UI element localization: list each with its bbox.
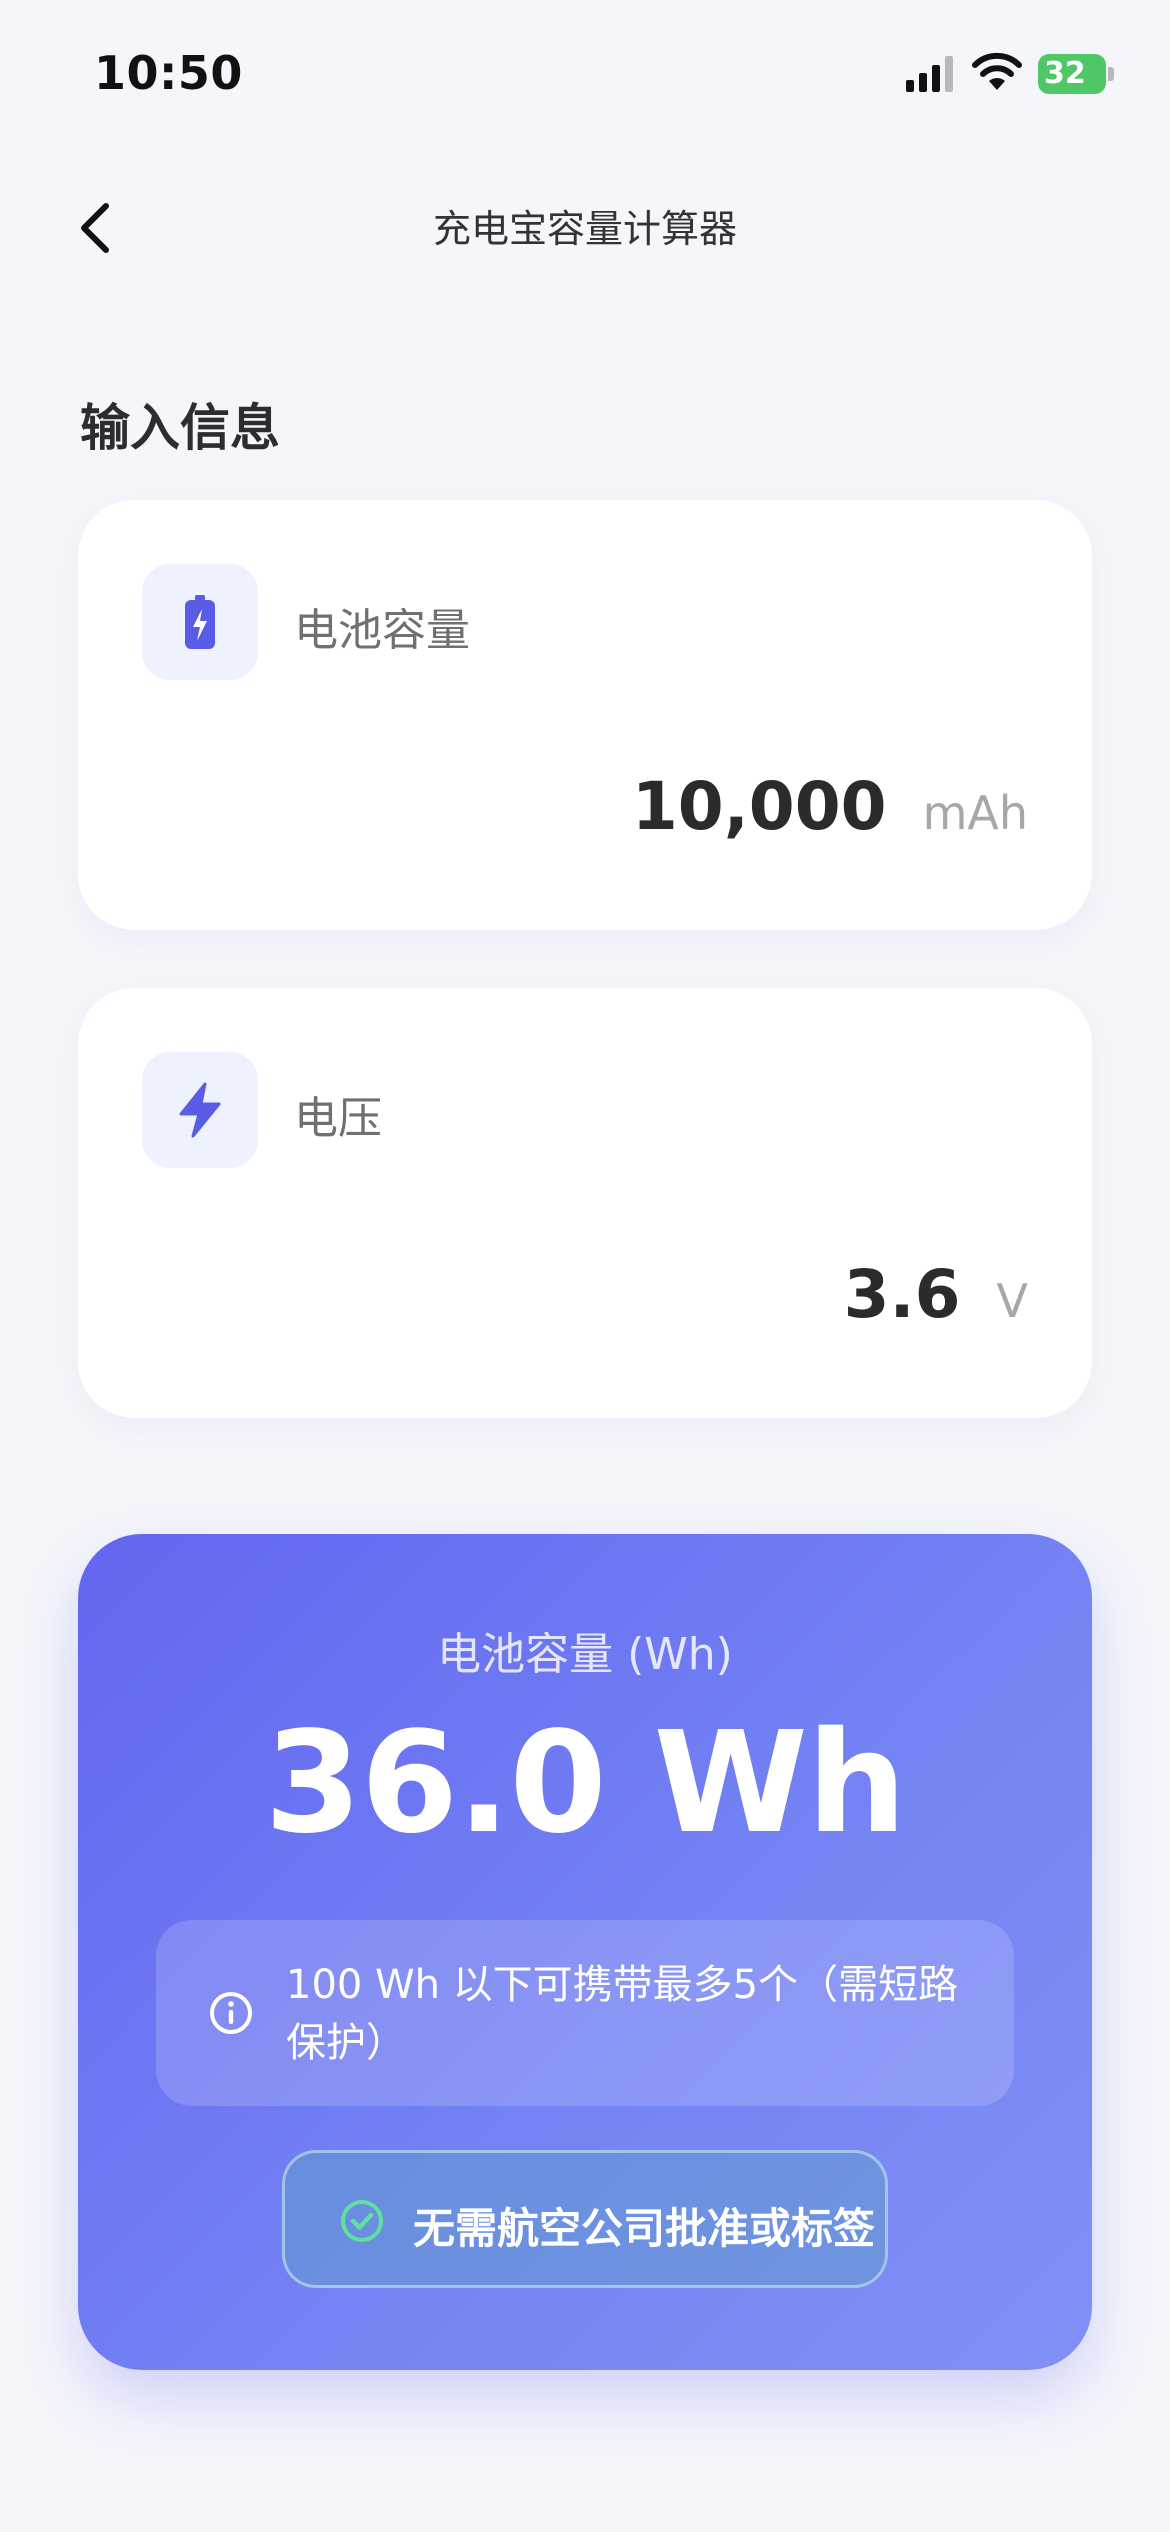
voltage-value[interactable]: 3.6 [844,1256,961,1333]
cellular-signal-icon [906,56,953,92]
result-value: 36.0 Wh [264,1702,906,1865]
result-card: 电池容量 (Wh) 36.0 Wh 100 Wh 以下可携带最多5个（需短路保护… [78,1534,1092,2370]
status-time: 10:50 [94,46,243,100]
battery-capacity-value[interactable]: 10,000 [632,768,887,845]
approval-status-badge: 无需航空公司批准或标签 [282,2150,888,2288]
check-circle-icon [341,2200,383,2242]
battery-capacity-card[interactable]: 电池容量 10,000 mAh [78,500,1092,930]
battery-icon [185,595,215,649]
battery-capacity-unit: mAh [922,786,1028,840]
info-box: 100 Wh 以下可携带最多5个（需短路保护） [156,1920,1014,2106]
battery-capacity-value-row[interactable]: 10,000 mAh [632,768,1028,845]
battery-level: 32 [1044,56,1086,91]
voltage-card[interactable]: 电压 3.6 V [78,988,1092,1418]
page-title: 充电宝容量计算器 [432,207,737,251]
voltage-unit: V [996,1274,1028,1328]
battery-cap [1108,67,1114,81]
info-text: 100 Wh 以下可携带最多5个（需短路保护） [286,1962,959,2066]
lightning-icon-tile [142,1052,258,1168]
result-label: 电池容量 (Wh) [437,1629,733,1680]
voltage-value-row[interactable]: 3.6 V [844,1256,1028,1333]
battery-indicator: 32 [1038,54,1114,94]
status-bar: 10:50 32 [0,0,1170,150]
battery-capacity-label: 电池容量 [294,605,470,656]
section-title: 输入信息 [80,399,280,457]
navigation-bar: 充电宝容量计算器 [0,170,1170,280]
info-icon [210,1992,252,2034]
voltage-label: 电压 [294,1093,382,1144]
approval-status-text: 无需航空公司批准或标签 [413,2204,876,2253]
battery-icon-tile [142,564,258,680]
wifi-icon [972,52,1022,90]
lightning-icon [179,1082,221,1138]
